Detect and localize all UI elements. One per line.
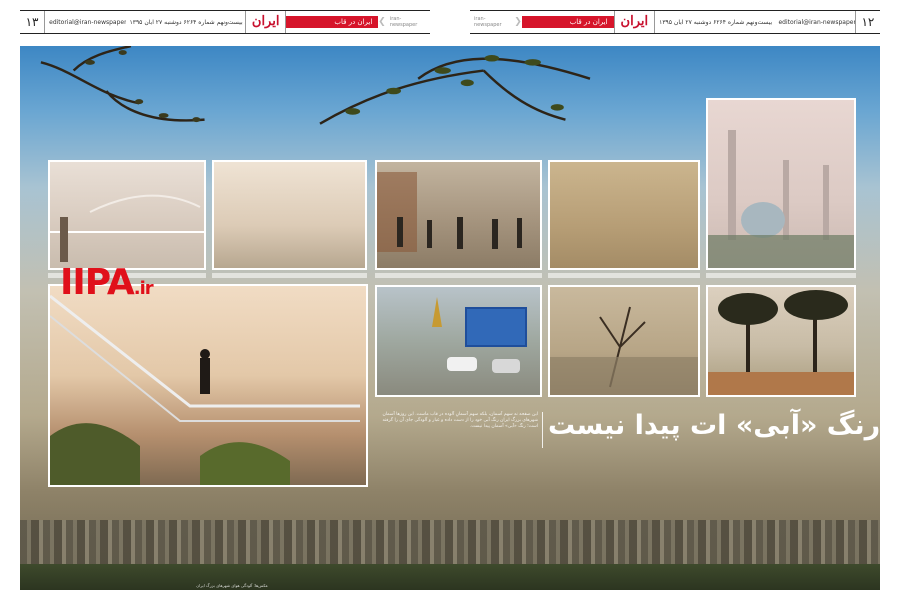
photo-bare-tree-city bbox=[548, 285, 700, 397]
watermark-main: IIPA bbox=[60, 262, 135, 303]
email-right[interactable]: editorial@iran-newspaper.com bbox=[774, 19, 854, 26]
chevron-icon-right: ❯ bbox=[514, 17, 522, 27]
website-right[interactable]: iran-newspaper bbox=[470, 16, 514, 28]
photo-trees-autumn bbox=[706, 285, 856, 397]
iipa-watermark: IIPA.ir bbox=[60, 262, 154, 303]
page-number-left: ۱۳ bbox=[20, 11, 46, 33]
date-line-left: سال بیست‌ونهم شماره ۶۲۶۴ دوشنبه ۲۷ آبان … bbox=[129, 18, 245, 26]
photo-mosque-minarets bbox=[706, 98, 856, 270]
watermark-suffix: .ir bbox=[133, 278, 154, 299]
photo-city-sign-cars bbox=[375, 285, 542, 397]
website-left[interactable]: iran-newspaper bbox=[386, 16, 430, 28]
photo-hazy-hills bbox=[212, 160, 367, 270]
masthead-left: ۱۳ editorial@iran-newspaper.com سال بیست… bbox=[20, 10, 430, 34]
photo-dusty-street-crowd bbox=[375, 160, 542, 270]
footer-caption: عکس‌ها: آلودگی هوای شهرهای بزرگ ایران bbox=[196, 583, 268, 588]
newspaper-logo-left: ایران bbox=[244, 11, 287, 33]
tree-branch-center bbox=[319, 55, 591, 125]
photo-caption-strip-5 bbox=[706, 273, 856, 278]
newspaper-logo-right: ایران bbox=[613, 11, 656, 33]
chevron-icon-left: ❮ bbox=[378, 17, 386, 27]
page-number-right: ۱۲ bbox=[854, 11, 880, 33]
photo-caption-strip-3 bbox=[375, 273, 542, 278]
email-left[interactable]: editorial@iran-newspaper.com bbox=[45, 19, 125, 26]
tree-branch-left bbox=[40, 46, 205, 123]
photo-stairs-pedestrian bbox=[48, 284, 368, 487]
section-label-left: ایران در قاب bbox=[286, 16, 379, 28]
section-label-right: ایران در قاب bbox=[521, 16, 614, 28]
photo-caption-strip-4 bbox=[548, 273, 700, 278]
photo-caption-strip-2 bbox=[212, 273, 367, 278]
photo-sand-storm bbox=[548, 160, 700, 270]
article-headline: رنگ «آبی» ات پیدا نیست bbox=[548, 410, 881, 441]
masthead-right: ۱۲ editorial@iran-newspaper.com سال بیست… bbox=[470, 10, 880, 34]
article-intro: این صفحه نه سهم آسمان، بلکه سهم آسمانِ آ… bbox=[378, 412, 543, 448]
photo-bridge-masked-man bbox=[48, 160, 206, 270]
date-line-right: سال بیست‌ونهم شماره ۶۲۶۴ دوشنبه ۲۷ آبان … bbox=[659, 18, 774, 26]
